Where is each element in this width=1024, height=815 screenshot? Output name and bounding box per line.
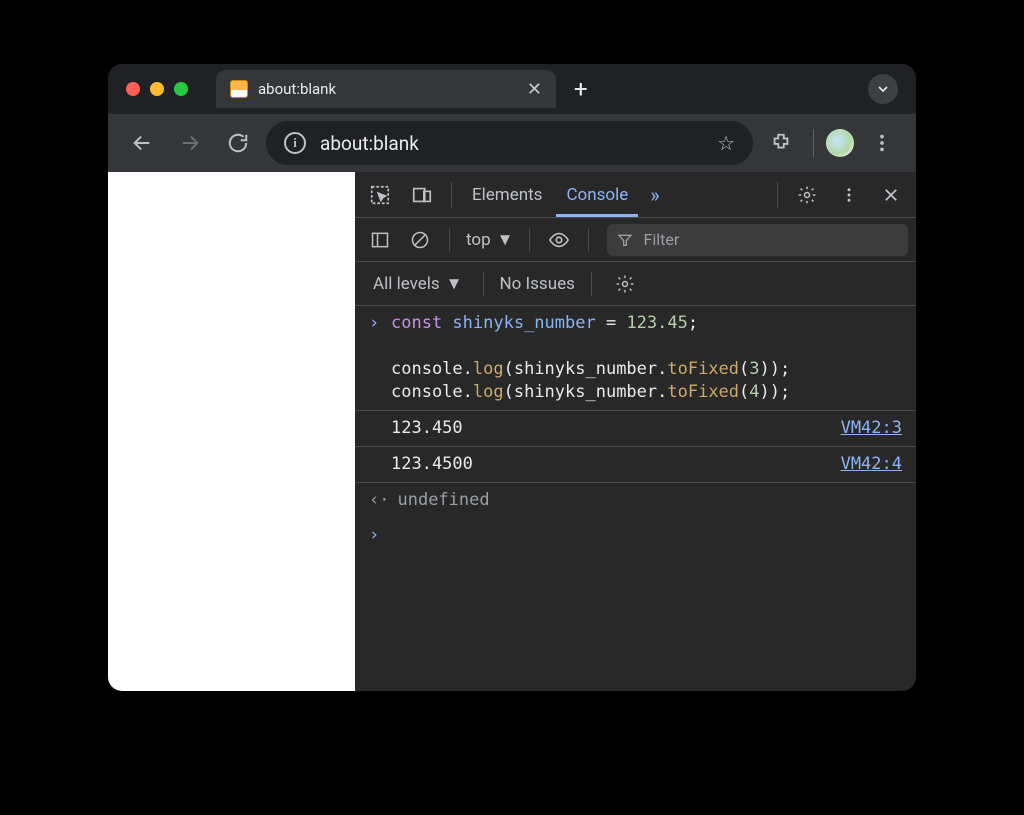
menu-button[interactable]	[862, 123, 902, 163]
gear-icon	[615, 274, 635, 294]
reload-button[interactable]	[218, 123, 258, 163]
tab-strip: about:blank ✕ +	[108, 64, 916, 114]
console-log-row: · 123.450 VM42:3	[355, 411, 916, 447]
maximize-window-button[interactable]	[174, 82, 188, 96]
tab-title: about:blank	[258, 80, 517, 98]
issues-label: No Issues	[500, 274, 575, 294]
log-value: 123.450	[391, 417, 463, 440]
log-source-link[interactable]: VM42:3	[841, 417, 902, 440]
arrow-left-icon	[131, 132, 153, 154]
sidebar-icon	[370, 230, 390, 250]
content-area: Elements Console »	[108, 172, 916, 691]
site-info-icon[interactable]: i	[284, 132, 306, 154]
inspect-element-button[interactable]	[361, 176, 399, 214]
filter-placeholder: Filter	[643, 230, 679, 249]
browser-tab[interactable]: about:blank ✕	[216, 70, 556, 108]
device-toolbar-button[interactable]	[403, 176, 441, 214]
device-icon	[411, 184, 433, 206]
clear-icon	[410, 230, 430, 250]
log-value: 123.4500	[391, 453, 473, 476]
caret-down-icon: ▼	[446, 274, 463, 294]
close-window-button[interactable]	[126, 82, 140, 96]
caret-down-icon: ▼	[497, 230, 514, 250]
kebab-icon	[840, 186, 858, 204]
devtools-settings-button[interactable]	[788, 176, 826, 214]
back-button[interactable]	[122, 123, 162, 163]
console-filter-input[interactable]: Filter	[607, 224, 908, 256]
filter-icon	[617, 232, 633, 248]
devtools-close-button[interactable]	[872, 176, 910, 214]
return-caret-icon: ‹·	[369, 489, 389, 512]
devtools-menu-button[interactable]	[830, 176, 868, 214]
profile-avatar[interactable]	[826, 129, 854, 157]
minimize-window-button[interactable]	[150, 82, 164, 96]
devtools-panel: Elements Console »	[355, 172, 916, 691]
bookmark-star-icon[interactable]: ☆	[717, 131, 735, 155]
tab-favicon	[230, 80, 248, 98]
log-source-link[interactable]: VM42:4	[841, 453, 902, 476]
log-levels-dropdown[interactable]: All levels ▼	[369, 274, 467, 294]
kebab-icon	[871, 132, 893, 154]
arrow-right-icon	[179, 132, 201, 154]
console-toolbar-secondary: All levels ▼ No Issues	[355, 262, 916, 306]
console-settings-button[interactable]	[608, 267, 642, 301]
toggle-sidebar-button[interactable]	[363, 223, 397, 257]
extensions-button[interactable]	[761, 123, 801, 163]
devtools-tab-bar: Elements Console »	[355, 172, 916, 218]
extension-icon	[770, 132, 792, 154]
address-bar[interactable]: i about:blank ☆	[266, 121, 753, 165]
eye-icon	[548, 229, 570, 251]
console-input-entry: › const shinyks_number = 123.45; console…	[355, 306, 916, 411]
tab-console[interactable]: Console	[556, 172, 638, 217]
input-caret-icon: ›	[369, 312, 383, 404]
window-controls	[126, 82, 188, 96]
inspect-icon	[369, 184, 391, 206]
new-tab-button[interactable]: +	[574, 75, 588, 103]
execution-context-dropdown[interactable]: top ▼	[462, 230, 517, 250]
log-levels-label: All levels	[373, 274, 440, 294]
close-tab-icon[interactable]: ✕	[527, 79, 542, 100]
return-value: undefined	[397, 489, 902, 512]
console-log-row: · 123.4500 VM42:4	[355, 447, 916, 483]
console-prompt[interactable]: ›	[355, 518, 916, 553]
live-expression-button[interactable]	[542, 223, 576, 257]
tab-overflow-button[interactable]	[868, 74, 898, 104]
execution-context-label: top	[466, 230, 491, 250]
browser-window: about:blank ✕ + i about:blank ☆	[108, 64, 916, 691]
console-toolbar: top ▼ Filter	[355, 218, 916, 262]
tabs-overflow-button[interactable]: »	[642, 183, 667, 207]
prompt-input[interactable]	[391, 524, 902, 547]
gear-icon	[797, 185, 817, 205]
clear-console-button[interactable]	[403, 223, 437, 257]
chevron-down-icon	[875, 81, 891, 97]
close-icon	[882, 186, 900, 204]
reload-icon	[227, 132, 249, 154]
toolbar-divider	[813, 129, 814, 157]
page-viewport[interactable]	[108, 172, 355, 691]
prompt-caret-icon: ›	[369, 524, 383, 547]
console-code: const shinyks_number = 123.45; console.l…	[391, 312, 902, 404]
console-output: › const shinyks_number = 123.45; console…	[355, 306, 916, 691]
toolbar: i about:blank ☆	[108, 114, 916, 172]
tab-elements[interactable]: Elements	[462, 172, 552, 217]
url-text: about:blank	[320, 132, 703, 155]
console-return-row: ‹· undefined	[355, 483, 916, 518]
forward-button[interactable]	[170, 123, 210, 163]
